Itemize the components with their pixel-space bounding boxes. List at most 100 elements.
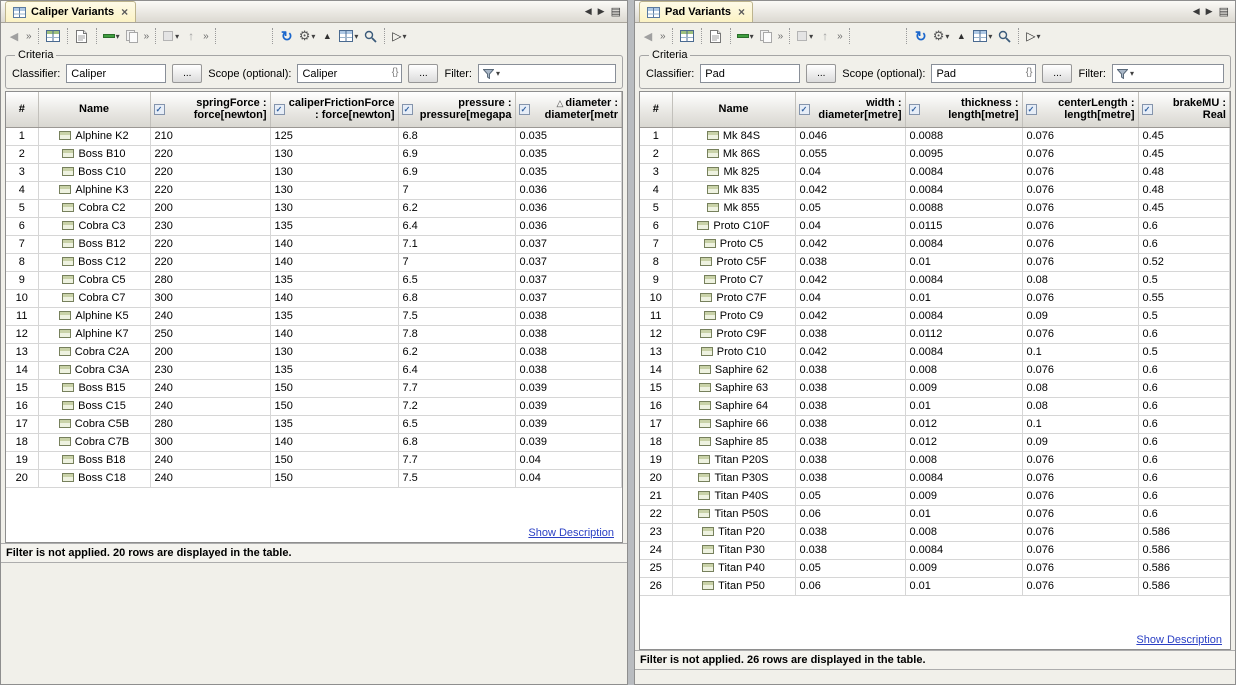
name-cell[interactable]: Boss C15 [38,397,150,415]
scroll-right-icon[interactable]: ▶ [1206,6,1213,17]
table-row[interactable]: 12Alphine K72501407.80.038 [6,325,622,343]
row-number-cell[interactable]: 5 [640,199,672,217]
value-cell[interactable]: 200 [150,199,270,217]
name-cell[interactable]: Cobra C5B [38,415,150,433]
value-cell[interactable]: 220 [150,181,270,199]
show-description-link[interactable]: Show Description [1136,634,1222,646]
value-cell[interactable]: 150 [270,469,398,487]
table-row[interactable]: 20Boss C182401507.50.04 [6,469,622,487]
add-instance-button[interactable] [678,27,696,45]
row-number-cell[interactable]: 1 [6,127,38,145]
name-cell[interactable]: Cobra C2A [38,343,150,361]
value-cell[interactable]: 0.08 [1022,271,1138,289]
refresh-button[interactable]: ↻ [912,27,930,45]
show-description-link[interactable]: Show Description [528,527,614,539]
value-cell[interactable]: 0.076 [1022,235,1138,253]
value-cell[interactable]: 0.035 [515,145,622,163]
table-row[interactable]: 19Boss B182401507.70.04 [6,451,622,469]
table-row[interactable]: 4Alphine K322013070.036 [6,181,622,199]
value-cell[interactable]: 6.2 [398,343,515,361]
show-columns-button[interactable]: ▾ [736,27,755,45]
row-number-cell[interactable]: 24 [640,541,672,559]
value-cell[interactable]: 7.2 [398,397,515,415]
value-cell[interactable]: 6.8 [398,289,515,307]
name-cell[interactable]: Saphire 64 [672,397,795,415]
search-button[interactable] [361,27,379,45]
name-cell[interactable]: Boss C18 [38,469,150,487]
table-row[interactable]: 8Proto C5F0.0380.010.0760.52 [640,253,1230,271]
row-number-cell[interactable]: 19 [640,451,672,469]
value-cell[interactable]: 220 [150,145,270,163]
value-cell[interactable]: 0.0095 [905,145,1022,163]
value-cell[interactable]: 0.076 [1022,253,1138,271]
toolbar-overflow-chevron[interactable]: » [143,31,151,42]
table-row[interactable]: 9Proto C70.0420.00840.080.5 [640,271,1230,289]
name-cell[interactable]: Proto C9 [672,307,795,325]
close-icon[interactable]: × [121,5,128,19]
value-cell[interactable]: 0.01 [905,289,1022,307]
table-row[interactable]: 3Boss C102201306.90.035 [6,163,622,181]
edit-dropdown-button[interactable]: ▾ [161,27,180,45]
value-cell[interactable]: 125 [270,127,398,145]
value-cell[interactable]: 0.038 [795,253,905,271]
close-icon[interactable]: × [738,5,745,19]
row-number-cell[interactable]: 8 [640,253,672,271]
value-cell[interactable]: 0.48 [1138,181,1230,199]
table-row[interactable]: 14Cobra C3A2301356.40.038 [6,361,622,379]
value-cell[interactable]: 230 [150,361,270,379]
value-cell[interactable]: 135 [270,217,398,235]
table-row[interactable]: 5Mk 8550.050.00880.0760.45 [640,199,1230,217]
value-cell[interactable]: 0.038 [515,325,622,343]
name-cell[interactable]: Proto C5F [672,253,795,271]
value-cell[interactable]: 0.037 [515,253,622,271]
row-number-cell[interactable]: 12 [6,325,38,343]
view-menu-icon[interactable]: ▤ [1219,5,1229,18]
row-number-cell[interactable]: 23 [640,523,672,541]
name-cell[interactable]: Titan P30S [672,469,795,487]
name-cell[interactable]: Mk 855 [672,199,795,217]
value-cell[interactable]: 0.586 [1138,559,1230,577]
value-cell[interactable]: 0.6 [1138,505,1230,523]
value-cell[interactable]: 0.06 [795,505,905,523]
value-cell[interactable]: 140 [270,433,398,451]
value-cell[interactable]: 0.038 [795,325,905,343]
value-cell[interactable]: 0.45 [1138,127,1230,145]
row-number-cell[interactable]: 3 [640,163,672,181]
row-number-cell[interactable]: 4 [640,181,672,199]
value-cell[interactable]: 0.039 [515,433,622,451]
row-number-cell[interactable]: 4 [6,181,38,199]
table-row[interactable]: 11Proto C90.0420.00840.090.5 [640,307,1230,325]
name-cell[interactable]: Mk 825 [672,163,795,181]
toolbar-overflow-chevron[interactable]: » [777,31,785,42]
value-cell[interactable]: 0.05 [795,487,905,505]
name-cell[interactable]: Cobra C7B [38,433,150,451]
name-cell[interactable]: Titan P20 [672,523,795,541]
nav-back-button[interactable]: ◀ [5,27,23,45]
row-number-cell[interactable]: 7 [640,235,672,253]
name-cell[interactable]: Mk 835 [672,181,795,199]
value-cell[interactable]: 130 [270,199,398,217]
value-cell[interactable]: 6.4 [398,361,515,379]
row-number-cell[interactable]: 10 [640,289,672,307]
table-row[interactable]: 26Titan P500.060.010.0760.586 [640,577,1230,595]
value-cell[interactable]: 0.0088 [905,127,1022,145]
value-cell[interactable]: 0.055 [795,145,905,163]
view-mode-button[interactable]: ▾ [338,27,359,45]
row-number-cell[interactable]: 3 [6,163,38,181]
value-cell[interactable]: 0.076 [1022,325,1138,343]
view-menu-icon[interactable]: ▤ [611,5,621,18]
copy-button[interactable] [757,27,775,45]
value-cell[interactable]: 0.6 [1138,487,1230,505]
table-row[interactable]: 2Mk 86S0.0550.00950.0760.45 [640,145,1230,163]
row-number-cell[interactable]: 14 [640,361,672,379]
value-cell[interactable]: 0.038 [795,397,905,415]
value-cell[interactable]: 140 [270,253,398,271]
name-cell[interactable]: Boss C10 [38,163,150,181]
value-cell[interactable]: 240 [150,397,270,415]
value-cell[interactable]: 150 [270,397,398,415]
value-cell[interactable]: 0.008 [905,451,1022,469]
value-cell[interactable]: 140 [270,235,398,253]
row-number-cell[interactable]: 20 [640,469,672,487]
value-cell[interactable]: 0.076 [1022,145,1138,163]
tab-caliper-variants[interactable]: Caliper Variants × [5,1,136,22]
